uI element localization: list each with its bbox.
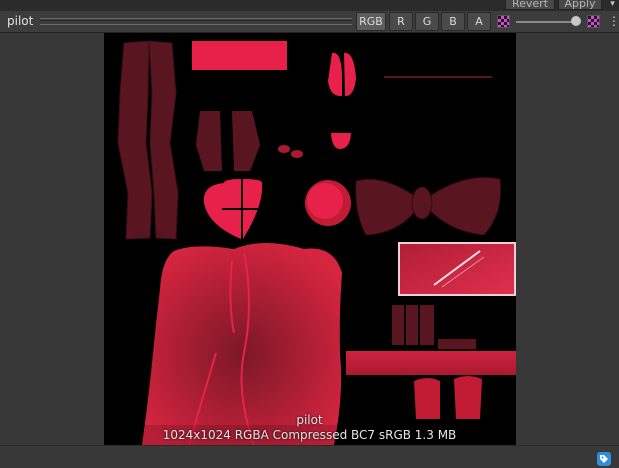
resize-grip[interactable] xyxy=(40,18,352,25)
uv-boots xyxy=(196,111,260,171)
preview-toolbar: pilot RGB R G B A ⋮ xyxy=(0,11,619,33)
mip-slider-track[interactable] xyxy=(516,21,576,23)
uv-strip xyxy=(346,351,516,375)
channel-b-button[interactable]: B xyxy=(441,12,465,31)
uv-dot xyxy=(291,150,303,158)
uv-ears xyxy=(328,52,356,97)
texture-atlas-image xyxy=(104,40,516,445)
channel-a-button[interactable]: A xyxy=(467,12,491,31)
status-bar xyxy=(0,445,619,468)
apply-button[interactable]: Apply xyxy=(558,0,602,10)
uv-pants xyxy=(117,40,179,240)
uv-small-blocks xyxy=(392,305,476,349)
tag-icon[interactable] xyxy=(597,452,611,466)
channel-r-button[interactable]: R xyxy=(389,12,413,31)
uv-dot xyxy=(278,145,290,153)
texture-name-label: pilot xyxy=(296,413,323,427)
channel-rgb-button[interactable]: RGB xyxy=(356,12,386,31)
uv-thin-line xyxy=(384,76,492,78)
revert-button[interactable]: Revert xyxy=(505,0,555,10)
checker-icon[interactable] xyxy=(497,15,510,28)
texture-preview[interactable] xyxy=(104,33,516,445)
more-options-icon[interactable]: ⋮ xyxy=(608,15,619,29)
mip-slider-thumb[interactable] xyxy=(571,16,581,26)
preview-title: pilot xyxy=(7,14,34,28)
alpha-checker-icon[interactable] xyxy=(587,15,600,28)
texture-info-label: 1024x1024 RGBA Compressed BC7 sRGB 1.3 M… xyxy=(162,428,457,442)
uv-top-rect xyxy=(192,41,287,70)
channel-g-button[interactable]: G xyxy=(415,12,439,31)
uv-bow xyxy=(355,176,502,236)
header-menu-icon[interactable]: ▾ xyxy=(606,0,619,11)
uv-mouth xyxy=(331,133,351,149)
